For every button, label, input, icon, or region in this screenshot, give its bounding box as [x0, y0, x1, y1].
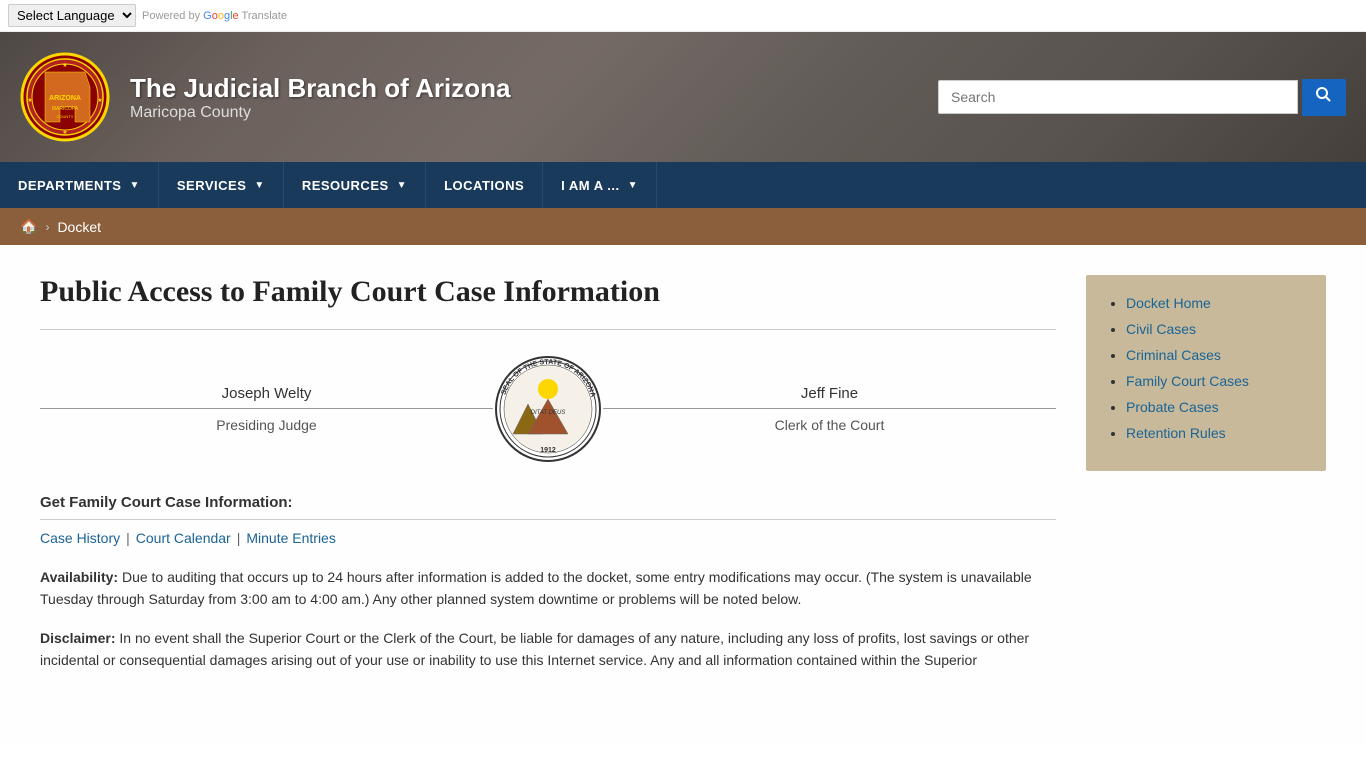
- state-seal: SEAL OF THE STATE OF ARIZONA 1912 DITAT …: [493, 354, 603, 464]
- site-logo: ARIZONA MARICOPA COUNTY ★ ★ ★ ★: [20, 52, 110, 142]
- case-links: Case History|Court Calendar|Minute Entri…: [40, 530, 1056, 546]
- clerk-of-court: Jeff Fine Clerk of the Court: [603, 385, 1056, 433]
- officials-section: Joseph Welty Presiding Judge: [40, 354, 1056, 464]
- list-item: Criminal Cases: [1126, 347, 1306, 363]
- svg-text:MARICOPA: MARICOPA: [52, 106, 79, 112]
- chevron-down-icon: ▼: [397, 180, 407, 191]
- svg-text:ARIZONA: ARIZONA: [49, 95, 81, 102]
- search-input[interactable]: [938, 80, 1298, 114]
- svg-text:COUNTY: COUNTY: [57, 114, 74, 119]
- case-history-link[interactable]: Case History: [40, 530, 120, 546]
- disclaimer-bold: Disclaimer:: [40, 630, 115, 646]
- svg-text:DITAT DEUS: DITAT DEUS: [531, 410, 566, 416]
- list-item: Docket Home: [1126, 295, 1306, 311]
- page-title: Public Access to Family Court Case Infor…: [40, 275, 1056, 309]
- clerk-title: Clerk of the Court: [603, 417, 1056, 433]
- nav-item-locations[interactable]: LOCATIONS: [426, 162, 543, 208]
- chevron-down-icon: ▼: [628, 180, 638, 191]
- breadcrumb-separator: ›: [45, 220, 49, 234]
- availability-bold: Availability:: [40, 569, 118, 585]
- list-item: Probate Cases: [1126, 399, 1306, 415]
- main-nav: DEPARTMENTS ▼ SERVICES ▼ RESOURCES ▼ LOC…: [0, 162, 1366, 208]
- nav-item-i-am-a[interactable]: I AM A ... ▼: [543, 162, 657, 208]
- svg-text:★: ★: [27, 97, 32, 104]
- sidebar-links: Docket Home Civil Cases Criminal Cases F…: [1106, 295, 1306, 441]
- nav-item-services[interactable]: SERVICES ▼: [159, 162, 284, 208]
- content-area: Public Access to Family Court Case Infor…: [40, 275, 1056, 715]
- minute-entries-link[interactable]: Minute Entries: [246, 530, 335, 546]
- sidebar-box: Docket Home Civil Cases Criminal Cases F…: [1086, 275, 1326, 471]
- sidebar: Docket Home Civil Cases Criminal Cases F…: [1086, 275, 1326, 715]
- sidebar-link-retention-rules[interactable]: Retention Rules: [1126, 425, 1226, 441]
- language-select[interactable]: Select Language: [8, 4, 136, 27]
- home-icon[interactable]: 🏠: [20, 218, 37, 235]
- svg-text:★: ★: [62, 129, 67, 136]
- sidebar-link-civil-cases[interactable]: Civil Cases: [1126, 321, 1196, 337]
- sidebar-link-probate-cases[interactable]: Probate Cases: [1126, 399, 1219, 415]
- nav-item-departments[interactable]: DEPARTMENTS ▼: [0, 162, 159, 208]
- chevron-down-icon: ▼: [129, 180, 139, 191]
- court-calendar-link[interactable]: Court Calendar: [136, 530, 231, 546]
- chevron-down-icon: ▼: [254, 180, 264, 191]
- nav-item-resources[interactable]: RESOURCES ▼: [284, 162, 426, 208]
- disclaimer-text: Disclaimer: In no event shall the Superi…: [40, 627, 1056, 672]
- site-title: The Judicial Branch of Arizona Maricopa …: [130, 73, 938, 122]
- svg-text:1912: 1912: [540, 447, 556, 454]
- main-content: Public Access to Family Court Case Infor…: [0, 245, 1366, 745]
- case-info-heading: Get Family Court Case Information:: [40, 494, 1056, 520]
- list-item: Retention Rules: [1126, 425, 1306, 441]
- judge-title: Presiding Judge: [40, 417, 493, 433]
- svg-text:★: ★: [62, 62, 67, 69]
- svg-text:★: ★: [97, 97, 102, 104]
- list-item: Civil Cases: [1126, 321, 1306, 337]
- breadcrumb-current: Docket: [57, 219, 101, 235]
- powered-by-text: Powered by Google Translate: [142, 10, 287, 22]
- header: ARIZONA MARICOPA COUNTY ★ ★ ★ ★ The Judi…: [0, 32, 1366, 162]
- list-item: Family Court Cases: [1126, 373, 1306, 389]
- search-button[interactable]: [1302, 79, 1346, 116]
- clerk-name: Jeff Fine: [603, 385, 1056, 409]
- judge-name: Joseph Welty: [40, 385, 493, 409]
- presiding-judge: Joseph Welty Presiding Judge: [40, 385, 493, 433]
- sidebar-link-family-court[interactable]: Family Court Cases: [1126, 373, 1249, 389]
- site-name: The Judicial Branch of Arizona: [130, 73, 938, 104]
- top-bar: Select Language Powered by Google Transl…: [0, 0, 1366, 32]
- sidebar-link-docket-home[interactable]: Docket Home: [1126, 295, 1211, 311]
- title-divider: [40, 329, 1056, 330]
- sidebar-link-criminal-cases[interactable]: Criminal Cases: [1126, 347, 1221, 363]
- site-subtitle: Maricopa County: [130, 104, 938, 122]
- search-area: [938, 79, 1346, 116]
- availability-text: Availability: Due to auditing that occur…: [40, 566, 1056, 611]
- breadcrumb: 🏠 › Docket: [0, 208, 1366, 245]
